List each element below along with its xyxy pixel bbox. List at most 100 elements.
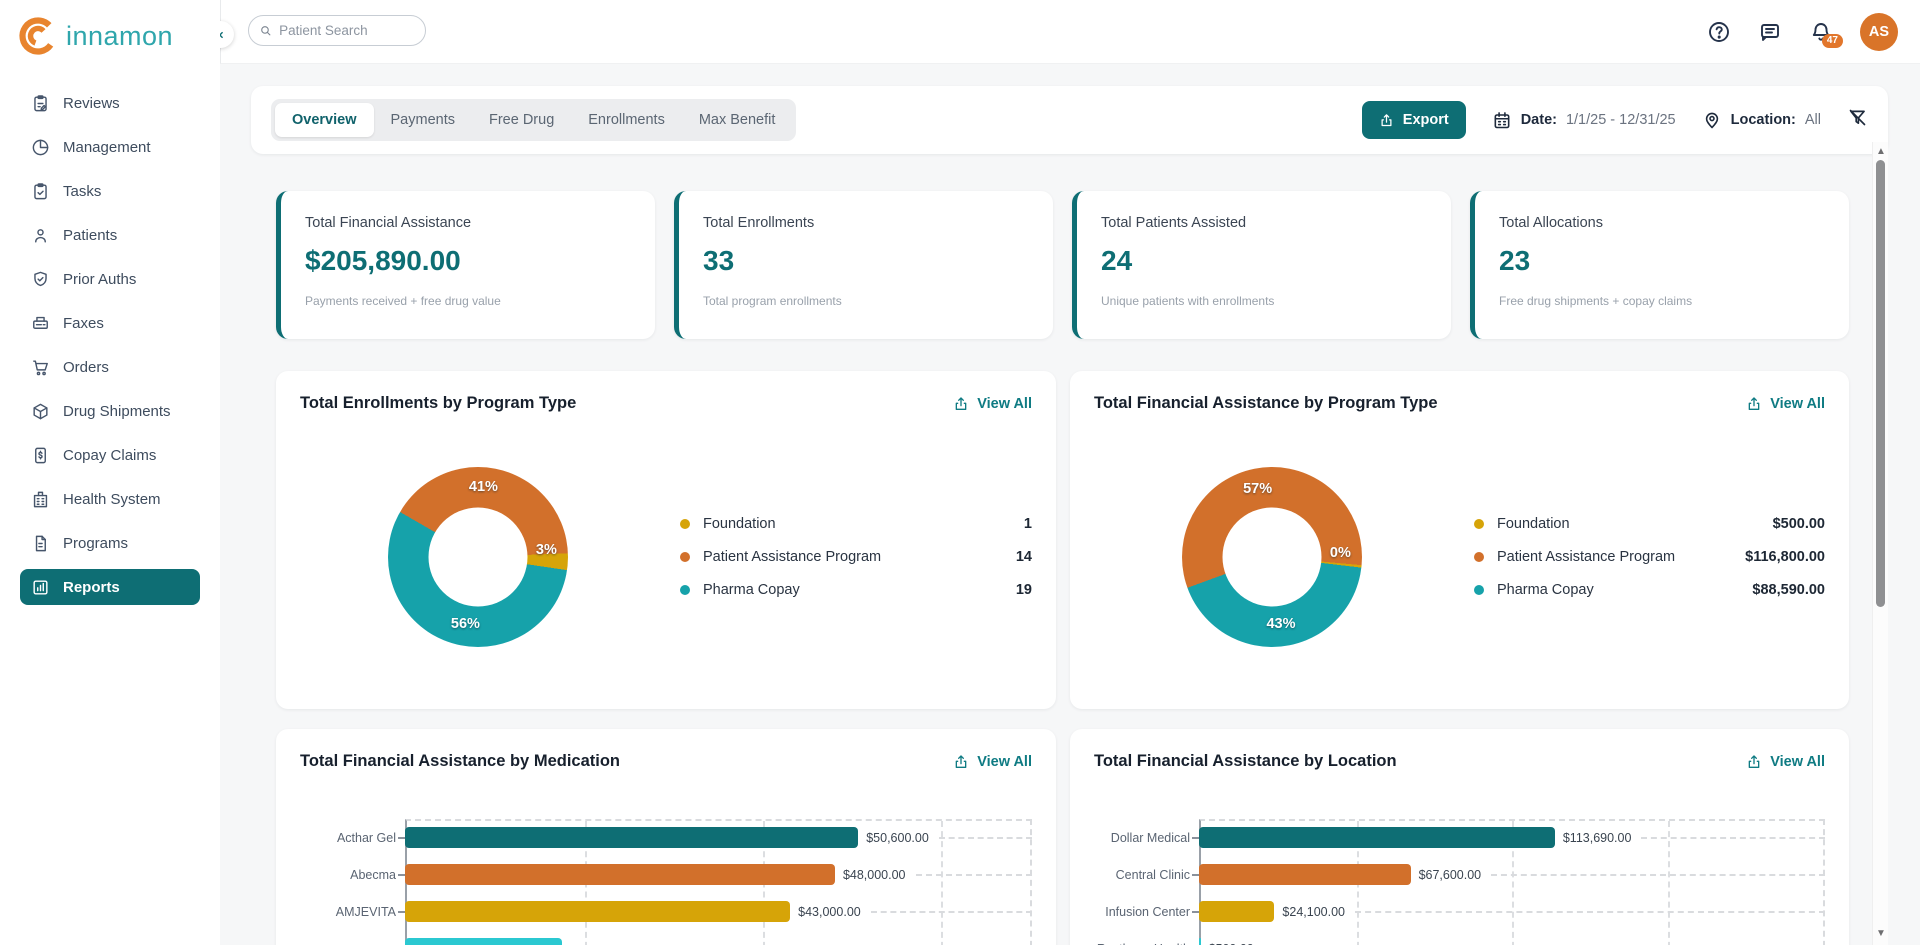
cinnamon-logo: innamon — [0, 0, 220, 57]
tab-overview[interactable]: Overview — [275, 103, 374, 137]
tab-enrollments[interactable]: Enrollments — [571, 103, 682, 137]
patient-search-input[interactable] — [279, 23, 415, 38]
view-all-link[interactable]: View All — [953, 396, 1032, 412]
view-all-link[interactable]: View All — [1746, 754, 1825, 770]
sidebar-item-label: Copay Claims — [63, 447, 156, 464]
sidebar-item-tasks[interactable]: Tasks — [20, 173, 200, 209]
scroll-up-arrow[interactable]: ▲ — [1873, 147, 1889, 157]
bar-row: Raytheon Health $500.00 — [1094, 930, 1825, 945]
bar[interactable] — [405, 901, 790, 922]
view-all-link[interactable]: View All — [953, 754, 1032, 770]
sidebar-item-drug-shipments[interactable]: Drug Shipments — [20, 393, 200, 429]
donut-hole — [1223, 508, 1322, 607]
export-button[interactable]: Export — [1362, 101, 1466, 139]
chart-financial-assistance-by-program-type: Total Financial Assistance by Program Ty… — [1070, 371, 1849, 709]
messages-button[interactable] — [1758, 20, 1782, 44]
kpi-row: Total Financial Assistance $205,890.00 P… — [276, 191, 1849, 339]
axis-tick — [1192, 874, 1199, 876]
legend-dot — [1474, 552, 1484, 562]
donut-pct-label: 56% — [451, 616, 480, 632]
scroll-down-arrow[interactable]: ▼ — [1873, 929, 1889, 939]
location-value: All — [1805, 112, 1821, 128]
kpi-title: Total Patients Assisted — [1101, 215, 1427, 231]
kpi-title: Total Financial Assistance — [305, 215, 631, 231]
sidebar-item-reports[interactable]: Reports — [20, 569, 200, 605]
sidebar-item-programs[interactable]: Programs — [20, 525, 200, 561]
bar[interactable] — [1199, 827, 1555, 848]
sidebar-item-faxes[interactable]: Faxes — [20, 305, 200, 341]
share-icon — [1746, 396, 1762, 412]
sidebar-item-label: Orders — [63, 359, 109, 376]
bar[interactable] — [1199, 864, 1411, 885]
gridline-dash — [1641, 837, 1825, 839]
legend-row: Pharma Copay 19 — [680, 582, 1032, 598]
sidebar-item-label: Programs — [63, 535, 128, 552]
calendar-icon — [1492, 110, 1512, 130]
sidebar-item-reviews[interactable]: Reviews — [20, 85, 200, 121]
axis-tick — [1192, 911, 1199, 913]
axis-tick — [1192, 837, 1199, 839]
axis-tick — [398, 911, 405, 913]
bar-row: Acthar Gel $50,600.00 — [300, 819, 1032, 856]
export-icon — [1379, 113, 1394, 128]
tab-free-drug[interactable]: Free Drug — [472, 103, 571, 137]
chart-legend: Foundation $500.00 Patient Assistance Pr… — [1474, 516, 1825, 598]
clipboard-edit-icon — [31, 94, 50, 113]
chart-row-2: Total Financial Assistance by Medication… — [276, 729, 1849, 945]
sidebar-item-health-system[interactable]: Health System — [20, 481, 200, 517]
sidebar-nav: Reviews Management Tasks Patients Prior … — [0, 85, 220, 605]
sidebar-item-label: Faxes — [63, 315, 104, 332]
sidebar-item-label: Management — [63, 139, 151, 156]
chart-enrollments-by-program-type: Total Enrollments by Program Type View A… — [276, 371, 1056, 709]
sidebar-item-label: Drug Shipments — [63, 403, 171, 420]
bar[interactable] — [405, 938, 562, 945]
sidebar-item-patients[interactable]: Patients — [20, 217, 200, 253]
clear-filters-button[interactable] — [1847, 107, 1868, 133]
main-content: Overview Payments Free Drug Enrollments … — [220, 64, 1920, 945]
bar[interactable] — [1199, 901, 1274, 922]
kpi-total-patients-assisted: Total Patients Assisted 24 Unique patien… — [1072, 191, 1451, 339]
donut-pct-label: 0% — [1330, 545, 1351, 561]
notifications-button[interactable]: 47 — [1809, 20, 1833, 44]
main-scrollbar[interactable]: ▲ ▼ — [1872, 142, 1888, 945]
search-icon — [259, 23, 272, 38]
donut-pct-label: 43% — [1266, 616, 1295, 632]
sidebar-item-copay-claims[interactable]: Copay Claims — [20, 437, 200, 473]
bar[interactable] — [1199, 938, 1201, 945]
sidebar-item-label: Reviews — [63, 95, 120, 112]
scrollbar-thumb[interactable] — [1876, 160, 1885, 607]
sidebar-item-orders[interactable]: Orders — [20, 349, 200, 385]
tab-max-benefit[interactable]: Max Benefit — [682, 103, 793, 137]
chat-icon — [1758, 20, 1782, 44]
patient-search[interactable] — [248, 15, 426, 46]
bar[interactable] — [405, 827, 858, 848]
bar[interactable] — [405, 864, 835, 885]
donut-pct-label: 41% — [469, 479, 498, 495]
sidebar-item-prior-auths[interactable]: Prior Auths — [20, 261, 200, 297]
legend-row: Foundation 1 — [680, 516, 1032, 532]
patient-icon — [31, 226, 50, 245]
kpi-title: Total Allocations — [1499, 215, 1825, 231]
location-filter[interactable]: Location: All — [1702, 110, 1821, 130]
date-filter[interactable]: Date: 1/1/25 - 12/31/25 — [1492, 110, 1676, 130]
donut-chart[interactable]: 57% 0% 43% — [1182, 467, 1362, 647]
donut-chart[interactable]: 41% 3% 56% — [388, 467, 568, 647]
kpi-total-financial-assistance: Total Financial Assistance $205,890.00 P… — [276, 191, 655, 339]
avatar[interactable]: AS — [1860, 13, 1898, 51]
gridline-dash — [1355, 911, 1825, 913]
date-value: 1/1/25 - 12/31/25 — [1566, 112, 1676, 128]
sidebar: innamon Reviews Management Tasks Patient… — [0, 0, 220, 945]
sidebar-item-label: Health System — [63, 491, 161, 508]
kpi-subtitle: Total program enrollments — [703, 294, 1029, 308]
kpi-total-enrollments: Total Enrollments 33 Total program enrol… — [674, 191, 1053, 339]
axis-tick — [398, 837, 405, 839]
sidebar-item-management[interactable]: Management — [20, 129, 200, 165]
chart-title: Total Financial Assistance by Program Ty… — [1094, 394, 1438, 413]
kpi-total-allocations: Total Allocations 23 Free drug shipments… — [1470, 191, 1849, 339]
view-all-link[interactable]: View All — [1746, 396, 1825, 412]
share-icon — [953, 754, 969, 770]
help-button[interactable] — [1707, 20, 1731, 44]
bar-row — [300, 930, 1032, 945]
gridline-dash — [871, 911, 1032, 913]
tab-payments[interactable]: Payments — [374, 103, 472, 137]
